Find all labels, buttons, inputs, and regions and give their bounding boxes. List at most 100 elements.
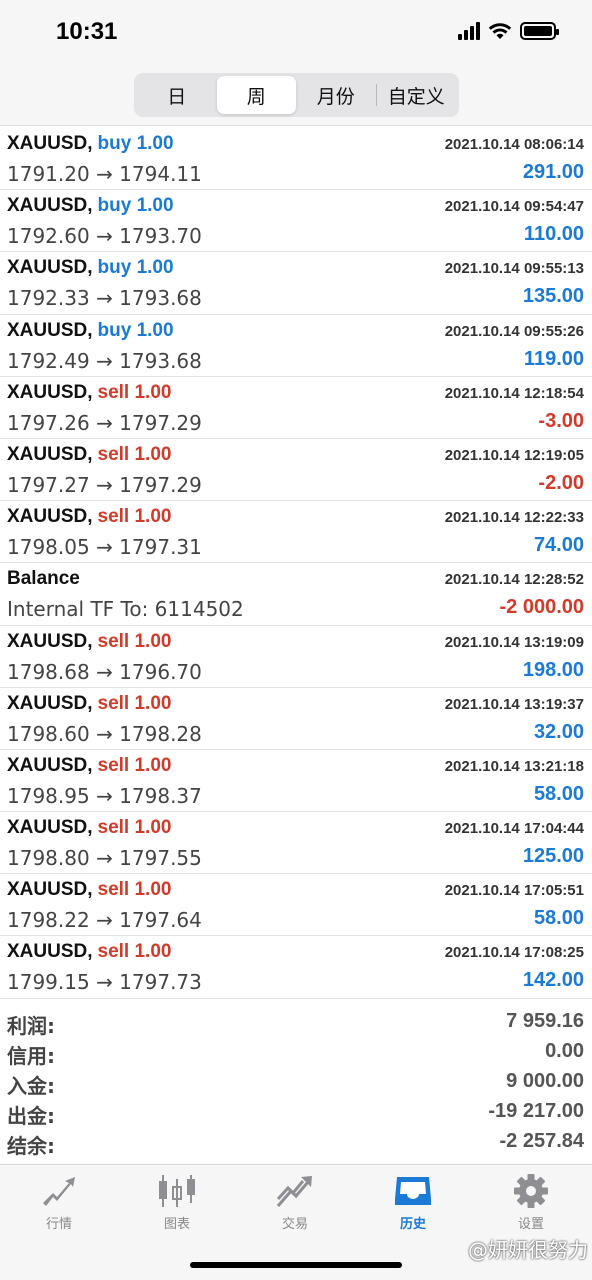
row-prices: 1797.26 → 1797.29	[7, 410, 202, 435]
row-side: sell 1.00	[97, 879, 172, 901]
summary-value: 9 000.00	[506, 1070, 584, 1092]
history-row[interactable]: XAUUSD, sell 1.00 2021.10.14 17:04:44 1798.…	[0, 812, 592, 875]
row-side: sell 1.00	[97, 817, 172, 839]
row-symbol: XAUUSD,	[7, 630, 93, 652]
row-side: sell 1.00	[97, 443, 172, 465]
row-prices: 1799.15 → 1797.73	[7, 970, 202, 995]
row-symbol: XAUUSD,	[7, 381, 93, 403]
tab-month[interactable]: 月份	[296, 76, 376, 114]
row-timestamp: 2021.10.14 08:06:14	[444, 136, 584, 153]
home-indicator[interactable]	[190, 1262, 402, 1268]
history-row[interactable]: XAUUSD, sell 1.00 2021.10.14 12:18:54 1797.…	[0, 377, 592, 439]
row-title: XAUUSD, sell 1.00	[7, 941, 171, 963]
row-symbol: XAUUSD,	[7, 692, 93, 714]
row-title: XAUUSD, buy 1.00	[7, 320, 174, 342]
row-title: XAUUSD, sell 1.00	[7, 693, 171, 715]
row-prices: 1792.49 → 1793.68	[7, 348, 202, 373]
row-side: buy 1.00	[97, 195, 174, 217]
trade-trend-icon	[276, 1176, 312, 1207]
row-timestamp: 2021.10.14 17:04:44	[444, 820, 584, 838]
row-title: Balance	[7, 568, 80, 590]
summary-value: 0.00	[545, 1040, 584, 1062]
row-prices: 1798.22 → 1797.64	[7, 908, 202, 933]
tabbar-label: 图表	[163, 1217, 190, 1232]
row-profit: 125.00	[522, 845, 584, 868]
row-timestamp: 2021.10.14 12:22:33	[444, 509, 584, 527]
history-row[interactable]: XAUUSD, sell 1.00 2021.10.14 12:22:33 1798.…	[0, 501, 592, 564]
summary-value: 7 959.16	[506, 1010, 584, 1032]
row-timestamp: 2021.10.14 17:05:51	[444, 882, 584, 900]
summary-label: 信用:	[7, 1044, 55, 1068]
tabbar-settings[interactable]: 设置	[472, 1173, 590, 1237]
row-prices: 1792.60 → 1793.70	[7, 224, 202, 249]
row-title: XAUUSD, sell 1.00	[7, 631, 171, 653]
candlestick-chart-icon	[159, 1175, 195, 1207]
history-row[interactable]: XAUUSD, sell 1.00 2021.10.14 13:19:09 1798.…	[0, 626, 592, 688]
row-symbol: XAUUSD,	[7, 506, 93, 528]
row-side: buy 1.00	[97, 319, 174, 341]
summary-value: -2 257.84	[499, 1130, 584, 1152]
tab-week[interactable]: 周	[216, 76, 296, 114]
row-profit: 110.00	[523, 223, 584, 246]
row-profit: -2 000.00	[499, 596, 584, 619]
row-timestamp: 2021.10.14 17:08:25	[444, 944, 584, 962]
row-profit: 135.00	[522, 285, 584, 308]
row-timestamp: 2021.10.14 13:19:09	[444, 633, 584, 651]
row-profit: -3.00	[538, 409, 584, 432]
history-list: XAUUSD, buy 1.00 2021.10.14 08:06:14 1791.2…	[0, 128, 592, 999]
status-time: 10:31	[56, 18, 118, 45]
row-timestamp: 2021.10.14 13:19:37	[444, 695, 584, 713]
summary-row: 利润: 7 959.16	[0, 1008, 592, 1038]
row-title: XAUUSD, sell 1.00	[7, 444, 171, 466]
row-profit: 198.00	[522, 658, 584, 681]
status-icons	[458, 22, 559, 40]
row-profit: 291.00	[522, 161, 584, 183]
cellular-signal-icon	[458, 22, 480, 40]
row-side: sell 1.00	[97, 381, 172, 403]
row-timestamp: 2021.10.14 09:55:13	[444, 260, 584, 278]
wifi-icon	[488, 23, 512, 39]
row-side: sell 1.00	[97, 630, 172, 652]
history-row[interactable]: Balance 2021.10.14 12:28:52 Internal TF To…	[0, 563, 592, 626]
row-title: XAUUSD, sell 1.00	[7, 506, 171, 528]
row-symbol: XAUUSD,	[7, 754, 93, 776]
tabbar-history[interactable]: 历史	[354, 1173, 472, 1237]
summary-label: 结余:	[7, 1134, 55, 1158]
row-title: XAUUSD, sell 1.00	[7, 382, 171, 404]
summary-value: -19 217.00	[488, 1100, 584, 1122]
history-row[interactable]: XAUUSD, buy 1.00 2021.10.14 09:55:26 1792.4…	[0, 315, 592, 377]
row-symbol: XAUUSD,	[7, 195, 93, 217]
tabbar-trade[interactable]: 交易	[236, 1173, 354, 1237]
row-title: XAUUSD, buy 1.00	[7, 195, 174, 217]
tabbar-quotes[interactable]: 行情	[0, 1173, 118, 1237]
tab-custom[interactable]: 自定义	[377, 76, 457, 114]
history-row[interactable]: XAUUSD, sell 1.00 2021.10.14 13:21:18 1798.…	[0, 750, 592, 813]
row-prices: 1798.68 → 1796.70	[7, 659, 202, 684]
row-prices: Internal TF To: 6114502	[7, 597, 244, 622]
tabbar-label: 交易	[281, 1217, 308, 1232]
tabbar-chart[interactable]: 图表	[118, 1173, 236, 1237]
row-symbol: XAUUSD,	[7, 133, 93, 154]
history-row[interactable]: XAUUSD, buy 1.00 2021.10.14 08:06:14 1791.2…	[0, 128, 592, 191]
history-row[interactable]: XAUUSD, sell 1.00 2021.10.14 13:19:37 1798.…	[0, 688, 592, 750]
row-timestamp: 2021.10.14 13:21:18	[444, 757, 584, 775]
tab-day[interactable]: 日	[137, 76, 217, 114]
summary-row: 出金: -19 217.00	[0, 1098, 592, 1128]
tabbar-label: 历史	[399, 1217, 426, 1232]
row-title: XAUUSD, buy 1.00	[7, 257, 174, 279]
period-segmented-control: 日 周 月份 自定义	[134, 73, 459, 117]
row-title: XAUUSD, sell 1.00	[7, 755, 171, 777]
history-row[interactable]: XAUUSD, sell 1.00 2021.10.14 17:08:25 1799.…	[0, 936, 592, 999]
history-row[interactable]: XAUUSD, buy 1.00 2021.10.14 09:55:13 1792.3…	[0, 252, 592, 315]
quotes-arrow-icon	[43, 1177, 75, 1206]
history-row[interactable]: XAUUSD, buy 1.00 2021.10.14 09:54:47 1792.6…	[0, 190, 592, 253]
row-prices: 1792.33 → 1793.68	[7, 286, 202, 311]
history-row[interactable]: XAUUSD, sell 1.00 2021.10.14 12:19:05 1797.…	[0, 439, 592, 502]
row-symbol: XAUUSD,	[7, 941, 93, 963]
row-title: XAUUSD, sell 1.00	[7, 817, 171, 839]
row-prices: 1798.95 → 1798.37	[7, 783, 202, 808]
history-row[interactable]: XAUUSD, sell 1.00 2021.10.14 17:05:51 1798.…	[0, 874, 592, 937]
row-timestamp: 2021.10.14 12:18:54	[444, 384, 584, 402]
row-title: XAUUSD, buy 1.00	[7, 133, 174, 155]
history-inbox-icon	[395, 1177, 431, 1205]
